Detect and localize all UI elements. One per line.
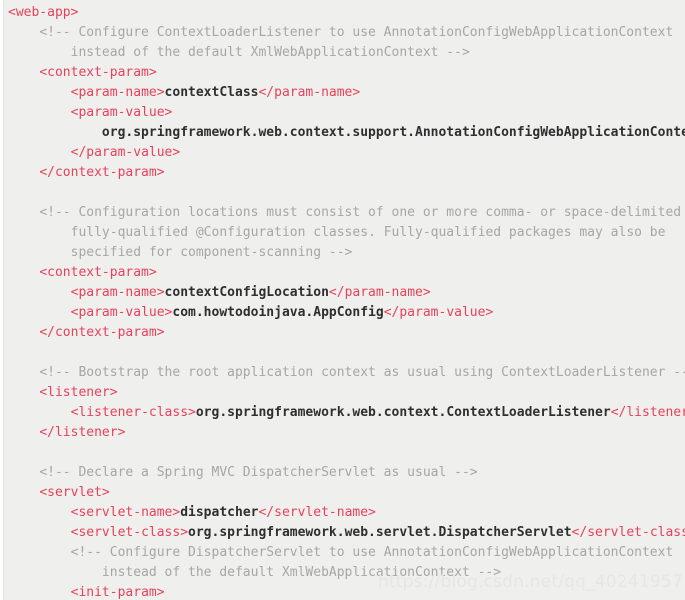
xml-tag: </listener-class> — [610, 405, 685, 420]
xml-comment: <!-- Configure ContextLoaderListener to … — [39, 25, 674, 40]
code-line: </param-value> — [4, 143, 685, 163]
code-snippet-page: <web-app> <!-- Configure ContextLoaderLi… — [0, 0, 685, 600]
code-line: <web-app> — [4, 3, 685, 23]
xml-tag: </param-name> — [258, 85, 361, 100]
code-line: <!-- Bootstrap the root application cont… — [4, 363, 685, 383]
code-line: </context-param> — [4, 163, 685, 183]
xml-tag: </param-value> — [383, 305, 494, 320]
xml-comment: instead of the default XmlWebApplication… — [101, 565, 502, 580]
code-line: </context-param> — [4, 323, 685, 343]
code-line: <!-- Configure ContextLoaderListener to … — [4, 23, 685, 43]
code-line: <servlet> — [4, 483, 685, 503]
xml-text: org.springframework.web.servlet.Dispatch… — [188, 525, 572, 540]
code-line: <param-name>contextConfigLocation</param… — [4, 283, 685, 303]
code-line: instead of the default XmlWebApplication… — [4, 43, 685, 63]
xml-text: contextConfigLocation — [164, 285, 329, 300]
xml-tag: </listener> — [39, 425, 126, 440]
code-line: <listener> — [4, 383, 685, 403]
xml-tag: <context-param> — [39, 265, 157, 280]
code-line: <!-- Configure DispatcherServlet to use … — [4, 543, 685, 563]
xml-tag: </param-value> — [70, 145, 181, 160]
xml-comment: <!-- Configure DispatcherServlet to use … — [70, 545, 674, 560]
xml-tag: <servlet-name> — [70, 505, 181, 520]
code-line: <context-param> — [4, 63, 685, 83]
code-line: fully-qualified @Configuration classes. … — [4, 223, 685, 243]
xml-comment: specified for component-scanning --> — [70, 245, 353, 260]
xml-tag: <servlet-class> — [70, 525, 189, 540]
code-line: <context-param> — [4, 263, 685, 283]
xml-text: org.springframework.web.context.support.… — [101, 125, 685, 140]
xml-comment: fully-qualified @Configuration classes. … — [70, 225, 666, 240]
code-line: <!-- Configuration locations must consis… — [4, 203, 685, 223]
xml-tag: <init-param> — [70, 585, 165, 600]
code-line: instead of the default XmlWebApplication… — [4, 563, 685, 583]
xml-code-block[interactable]: <web-app> <!-- Configure ContextLoaderLi… — [3, 0, 685, 600]
xml-tag: </param-name> — [328, 285, 431, 300]
code-line: </listener> — [4, 423, 685, 443]
xml-tag: <param-value> — [70, 305, 173, 320]
code-line: <listener-class>org.springframework.web.… — [4, 403, 685, 423]
code-line: org.springframework.web.context.support.… — [4, 123, 685, 143]
xml-tag: <param-name> — [70, 285, 165, 300]
xml-tag: </context-param> — [39, 165, 165, 180]
code-line: <!-- Declare a Spring MVC DispatcherServ… — [4, 463, 685, 483]
xml-tag: <context-param> — [39, 65, 157, 80]
xml-comment: <!-- Bootstrap the root application cont… — [39, 365, 685, 380]
code-line: <servlet-class>org.springframework.web.s… — [4, 523, 685, 543]
xml-tag: <param-value> — [70, 105, 173, 120]
xml-tag: <listener-class> — [70, 405, 196, 420]
xml-tag: <param-name> — [70, 85, 165, 100]
xml-comment: instead of the default XmlWebApplication… — [70, 45, 470, 60]
xml-tag: </servlet-name> — [258, 505, 376, 520]
xml-comment: <!-- Configuration locations must consis… — [39, 205, 682, 220]
code-line: <param-value> — [4, 103, 685, 123]
code-lines-container: <web-app> <!-- Configure ContextLoaderLi… — [4, 3, 685, 600]
code-line: <init-param> — [4, 583, 685, 600]
xml-text: dispatcher — [180, 505, 259, 520]
code-line: <param-value>com.howtodoinjava.AppConfig… — [4, 303, 685, 323]
xml-text: com.howtodoinjava.AppConfig — [172, 305, 384, 320]
xml-tag: <listener> — [39, 385, 118, 400]
code-line: <servlet-name>dispatcher</servlet-name> — [4, 503, 685, 523]
xml-comment: <!-- Declare a Spring MVC DispatcherServ… — [39, 465, 478, 480]
xml-text: org.springframework.web.context.ContextL… — [195, 405, 611, 420]
xml-text: contextClass — [164, 85, 259, 100]
xml-tag: <servlet> — [39, 485, 110, 500]
xml-tag: <web-app> — [8, 5, 79, 20]
code-line: <param-name>contextClass</param-name> — [4, 83, 685, 103]
code-line: specified for component-scanning --> — [4, 243, 685, 263]
xml-tag: </context-param> — [39, 325, 165, 340]
xml-tag: </servlet-class> — [571, 525, 685, 540]
